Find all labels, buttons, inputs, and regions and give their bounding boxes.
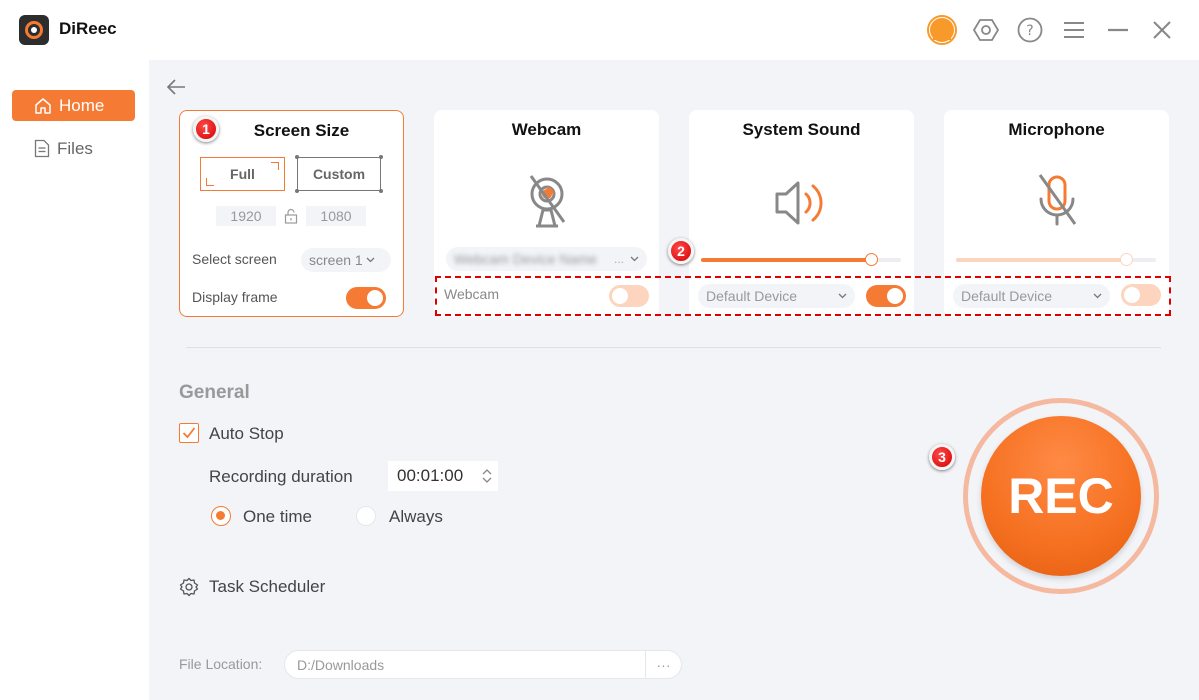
divider bbox=[186, 347, 1161, 348]
file-icon bbox=[34, 139, 50, 158]
recording-duration-input[interactable]: 00:01:00 bbox=[388, 461, 498, 491]
app-title: DiReec bbox=[59, 19, 117, 38]
browse-folder-button[interactable]: ··· bbox=[645, 651, 681, 678]
one-time-radio[interactable] bbox=[211, 506, 231, 526]
handle-dot-icon bbox=[379, 189, 383, 193]
microphone-volume-slider[interactable] bbox=[956, 253, 1156, 266]
sidebar-item-label: Files bbox=[57, 138, 93, 158]
one-time-label: One time bbox=[243, 507, 312, 526]
always-radio[interactable] bbox=[356, 506, 376, 526]
card-title: Webcam bbox=[511, 120, 582, 139]
handle-dot-icon bbox=[295, 189, 299, 193]
handle-dot-icon bbox=[295, 155, 299, 159]
display-frame-label: Display frame bbox=[192, 289, 278, 305]
minimize-icon[interactable] bbox=[1103, 15, 1133, 45]
microphone-device-select[interactable]: Default Device bbox=[953, 284, 1110, 308]
webcam-toggle-label: Webcam bbox=[444, 286, 499, 302]
always-label: Always bbox=[389, 507, 443, 526]
account-icon[interactable] bbox=[927, 15, 957, 45]
close-icon[interactable] bbox=[1147, 15, 1177, 45]
slider-thumb[interactable] bbox=[865, 253, 878, 266]
general-section-title: General bbox=[179, 382, 250, 403]
file-location-input[interactable]: D:/Downloads ··· bbox=[284, 650, 682, 679]
display-frame-toggle[interactable] bbox=[346, 287, 386, 309]
task-scheduler-link[interactable]: Task Scheduler bbox=[209, 577, 325, 597]
system-sound-card: System Sound Default Device bbox=[689, 110, 914, 317]
help-icon[interactable]: ? bbox=[1015, 15, 1045, 45]
card-title: Screen Size bbox=[253, 121, 350, 140]
screen-select[interactable]: screen 1 bbox=[301, 248, 391, 272]
duration-value: 00:01:00 bbox=[397, 466, 464, 485]
slider-fill bbox=[956, 258, 1126, 262]
step-badge-2: 2 bbox=[668, 238, 694, 264]
slider-fill bbox=[701, 258, 871, 262]
screen-select-value: screen 1 bbox=[309, 252, 363, 268]
checkmark-icon bbox=[182, 427, 196, 439]
corner-mark-icon bbox=[271, 162, 279, 170]
app-logo-icon bbox=[19, 15, 49, 45]
auto-stop-checkbox[interactable] bbox=[179, 423, 199, 443]
handle-dot-icon bbox=[379, 155, 383, 159]
auto-stop-label: Auto Stop bbox=[209, 424, 284, 443]
system-sound-device-select[interactable]: Default Device bbox=[698, 284, 855, 308]
device-value: Default Device bbox=[961, 288, 1053, 304]
gear-icon[interactable] bbox=[179, 577, 199, 597]
height-field[interactable]: 1080 bbox=[306, 206, 366, 226]
webcam-toggle[interactable] bbox=[609, 285, 649, 307]
microphone-toggle[interactable] bbox=[1121, 284, 1161, 306]
full-label: Full bbox=[230, 166, 255, 182]
main-content: 1 Screen Size Full Custom 1920 1080 Sele… bbox=[149, 60, 1199, 700]
custom-label: Custom bbox=[312, 166, 366, 182]
card-title: Microphone bbox=[1008, 120, 1105, 139]
sidebar-item-label: Home bbox=[59, 95, 105, 115]
system-volume-slider[interactable] bbox=[701, 253, 901, 266]
screen-size-card[interactable]: 1 Screen Size Full Custom 1920 1080 Sele… bbox=[179, 110, 404, 317]
microphone-off-icon[interactable] bbox=[1034, 172, 1080, 228]
sidebar: Home Files bbox=[0, 60, 149, 700]
webcam-device-value: Webcam Device Name bbox=[454, 251, 597, 267]
file-location-value: D:/Downloads bbox=[297, 656, 385, 673]
window-controls: ? bbox=[927, 15, 1177, 45]
settings-icon[interactable] bbox=[971, 15, 1001, 45]
speaker-icon[interactable] bbox=[774, 178, 830, 228]
spinner-arrows-icon[interactable] bbox=[482, 468, 492, 484]
microphone-card: Microphone Default Device bbox=[944, 110, 1169, 317]
title-bar: DiReec ? bbox=[0, 0, 1199, 60]
chevron-down-icon bbox=[838, 293, 847, 299]
chevron-down-icon bbox=[630, 256, 639, 262]
card-title: System Sound bbox=[742, 120, 861, 139]
chevron-down-icon bbox=[366, 257, 375, 263]
webcam-card: Webcam Webcam Device Name ... Webcam bbox=[434, 110, 659, 317]
system-sound-toggle[interactable] bbox=[866, 285, 906, 307]
chevron-down-icon bbox=[1093, 293, 1102, 299]
file-location-label: File Location: bbox=[179, 656, 263, 672]
full-screen-button[interactable]: Full bbox=[200, 157, 285, 191]
step-badge-3: 3 bbox=[929, 444, 955, 470]
sidebar-item-files[interactable]: Files bbox=[12, 133, 135, 164]
recording-duration-label: Recording duration bbox=[209, 467, 353, 486]
custom-size-button[interactable]: Custom bbox=[295, 155, 383, 193]
select-screen-label: Select screen bbox=[192, 251, 277, 267]
home-icon bbox=[35, 97, 51, 114]
ellipsis: ... bbox=[613, 252, 624, 266]
corner-mark-icon bbox=[206, 178, 214, 186]
menu-icon[interactable] bbox=[1059, 15, 1089, 45]
back-arrow-icon[interactable] bbox=[165, 76, 187, 98]
slider-thumb[interactable] bbox=[1120, 253, 1133, 266]
svg-text:?: ? bbox=[1026, 23, 1033, 39]
webcam-off-icon[interactable] bbox=[524, 170, 570, 228]
device-value: Default Device bbox=[706, 288, 798, 304]
webcam-device-select[interactable]: Webcam Device Name ... bbox=[446, 247, 647, 271]
rec-button[interactable]: REC bbox=[981, 416, 1141, 576]
lock-icon[interactable] bbox=[284, 208, 298, 224]
sidebar-item-home[interactable]: Home bbox=[12, 90, 135, 121]
width-field[interactable]: 1920 bbox=[216, 206, 276, 226]
